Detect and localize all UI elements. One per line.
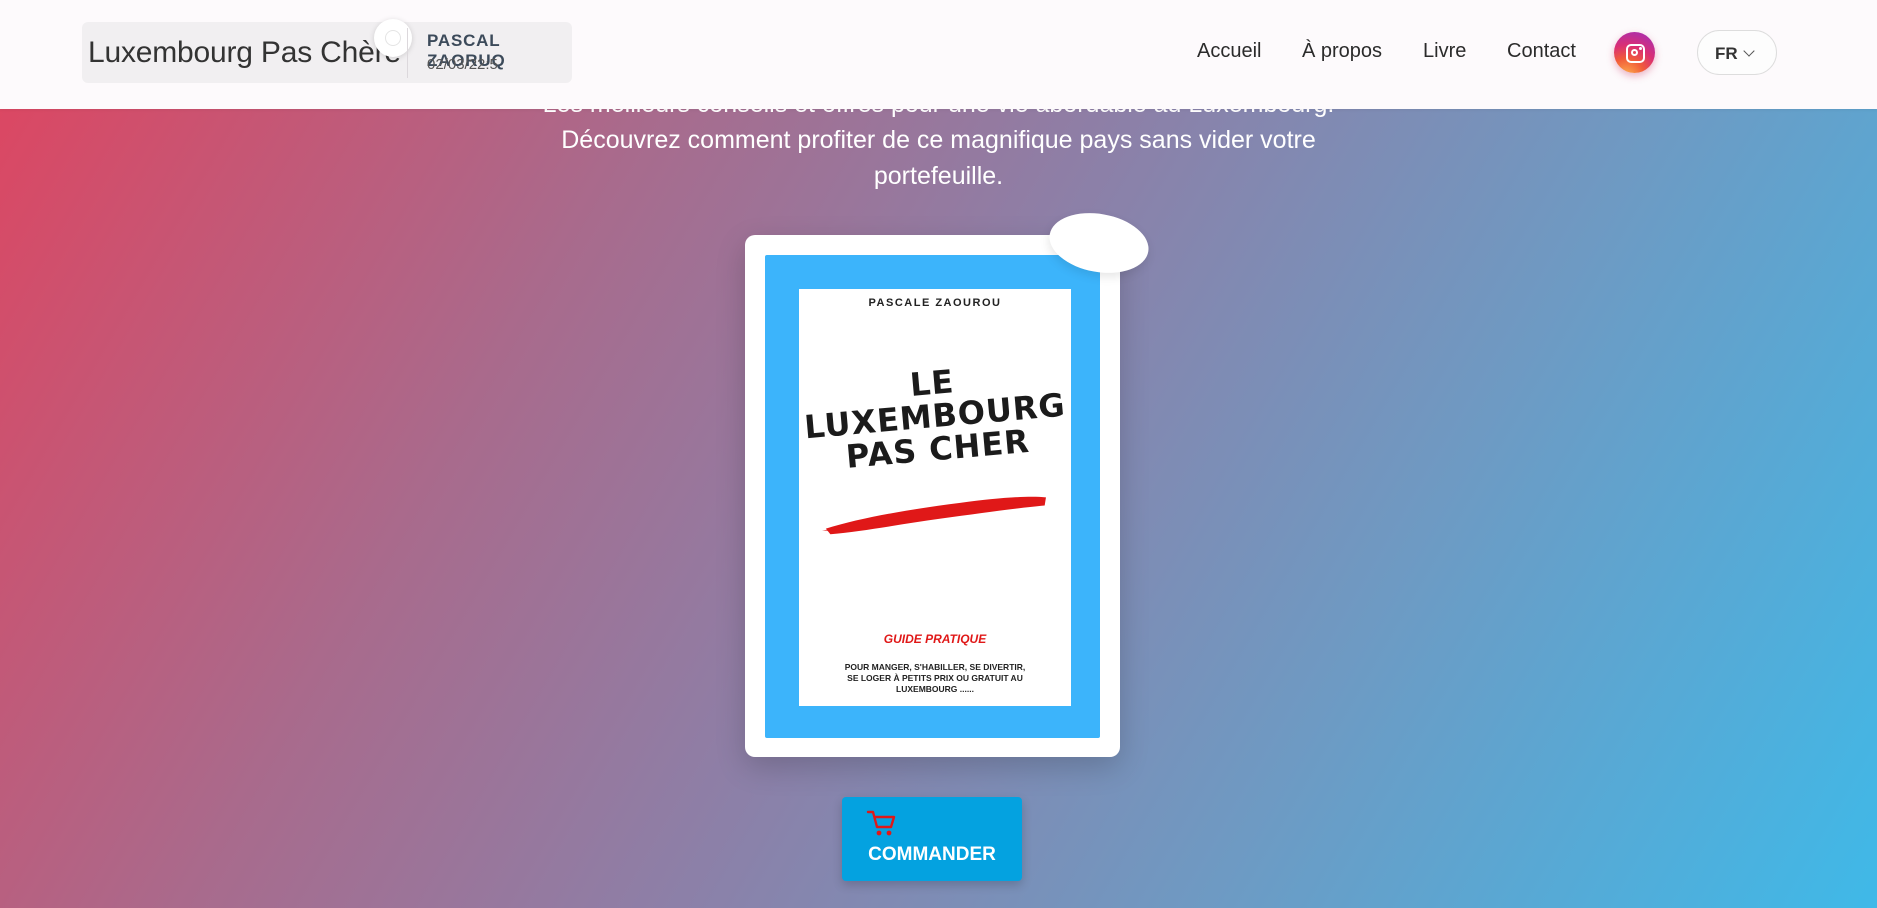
book-cover-frame: PASCALE ZAOUROU LE LUXEMBOURG PAS CHER G… xyxy=(765,255,1100,738)
language-selector[interactable]: FR xyxy=(1697,30,1777,75)
brand-block[interactable]: Luxembourg Pas Chère PASCAL ZAORUQ 02/03… xyxy=(82,19,572,83)
site-header: Luxembourg Pas Chère PASCAL ZAORUQ 02/03… xyxy=(0,0,1877,109)
book-title: LE LUXEMBOURG PAS CHER xyxy=(795,355,1075,477)
brand-divider xyxy=(407,28,408,78)
order-button-label: COMMANDER xyxy=(868,844,996,865)
brand-title[interactable]: Luxembourg Pas Chère xyxy=(88,36,401,70)
book-description-line: POUR MANGER, S'HABILLER, SE DIVERTIR, xyxy=(844,662,1026,672)
nav-link-accueil[interactable]: Accueil xyxy=(1197,40,1261,63)
instagram-glyph xyxy=(1626,44,1645,63)
language-label: FR xyxy=(1715,44,1738,63)
book-description-line: SE LOGER À PETITS PRIX OU GRATUIT AU xyxy=(847,673,1023,683)
book-author: PASCALE ZAOUROU xyxy=(868,297,1002,309)
book-description: POUR MANGER, S'HABILLER, SE DIVERTIR, SE… xyxy=(817,662,1053,695)
order-button[interactable]: COMMANDER xyxy=(842,797,1022,881)
chevron-down-icon xyxy=(1743,45,1755,57)
hero-line: Découvrez comment profiter de ce magnifi… xyxy=(561,126,1316,154)
cart-icon xyxy=(866,810,896,836)
hero-line: portefeuille. xyxy=(873,162,1004,190)
nav-link-a-propos[interactable]: À propos xyxy=(1302,40,1382,63)
instagram-icon[interactable] xyxy=(1614,32,1655,73)
brush-stroke-icon xyxy=(822,496,1046,535)
brand-date: 02/03/22:5 xyxy=(427,56,498,73)
book-description-line: LUXEMBOURG ...... xyxy=(896,684,974,694)
book-card: PASCALE ZAOUROU LE LUXEMBOURG PAS CHER G… xyxy=(745,235,1120,757)
nav-link-livre[interactable]: Livre xyxy=(1423,40,1466,63)
nav-link-contact[interactable]: Contact xyxy=(1507,40,1576,63)
book-subtitle: GUIDE PRATIQUE xyxy=(883,632,987,646)
book-cover: PASCALE ZAOUROU LE LUXEMBOURG PAS CHER G… xyxy=(799,289,1071,706)
